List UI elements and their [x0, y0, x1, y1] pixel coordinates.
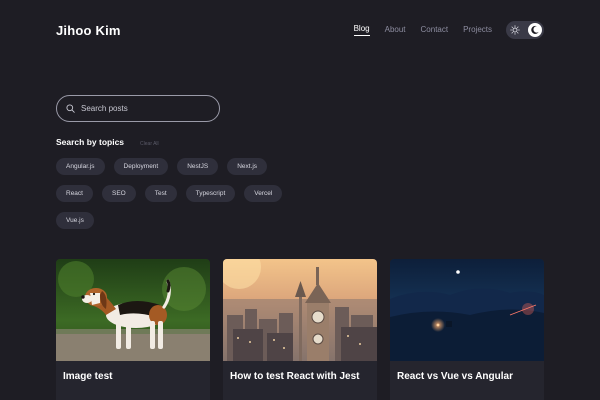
post-card[interactable]: React vs Vue vs Angular	[390, 259, 544, 400]
nav-link-contact[interactable]: Contact	[421, 25, 449, 36]
tag-test[interactable]: Test	[144, 185, 177, 202]
clear-all-button[interactable]: Clear All	[140, 141, 159, 147]
tag-react[interactable]: React	[56, 185, 93, 202]
dog-photo	[56, 259, 210, 361]
nav-link-projects[interactable]: Projects	[463, 25, 492, 36]
tag-row: Vue.js	[56, 212, 356, 230]
post-title[interactable]: How to test React with Jest	[223, 361, 377, 382]
toggle-knob	[528, 23, 542, 37]
tag-nestjs[interactable]: NestJS	[177, 158, 219, 175]
search-input[interactable]	[81, 104, 201, 113]
main-nav: Blog About Contact Projects	[339, 21, 544, 39]
tag-vuejs[interactable]: Vue.js	[56, 212, 94, 229]
tag-nextjs[interactable]: Next.js	[227, 158, 268, 175]
post-title[interactable]: React vs Vue vs Angular	[390, 361, 544, 382]
theme-toggle[interactable]	[506, 21, 544, 39]
search-icon	[66, 104, 75, 113]
site-header: Jihoo Kim Blog About Contact Projects	[56, 18, 544, 42]
tag-row: Angular.js Deployment NestJS Next.js	[56, 158, 356, 176]
tag-typescript[interactable]: Typescript	[185, 185, 236, 202]
post-title[interactable]: Image test	[56, 361, 210, 382]
topics-title: Search by topics	[56, 137, 125, 147]
post-card[interactable]: How to test React with Jest	[223, 259, 377, 400]
topic-tags: Angular.js Deployment NestJS Next.js Rea…	[56, 158, 356, 239]
tag-angularjs[interactable]: Angular.js	[56, 158, 105, 175]
search-box	[56, 95, 220, 122]
post-card[interactable]: Image test	[56, 259, 210, 400]
night-photo	[390, 259, 544, 361]
sun-icon	[510, 25, 520, 35]
site-brand[interactable]: Jihoo Kim	[56, 23, 121, 38]
tag-row: React SEO Test Typescript Vercel	[56, 185, 356, 203]
nav-link-blog[interactable]: Blog	[353, 24, 370, 36]
nav-link-about[interactable]: About	[385, 25, 406, 36]
tag-seo[interactable]: SEO	[101, 185, 136, 202]
city-photo	[223, 259, 377, 361]
moon-icon	[531, 25, 539, 34]
topics-header: Search by topics Clear All	[56, 137, 159, 147]
tag-vercel[interactable]: Vercel	[244, 185, 283, 202]
tag-deployment[interactable]: Deployment	[113, 158, 169, 175]
post-list: Image test How to test React with Jest R…	[56, 259, 544, 400]
